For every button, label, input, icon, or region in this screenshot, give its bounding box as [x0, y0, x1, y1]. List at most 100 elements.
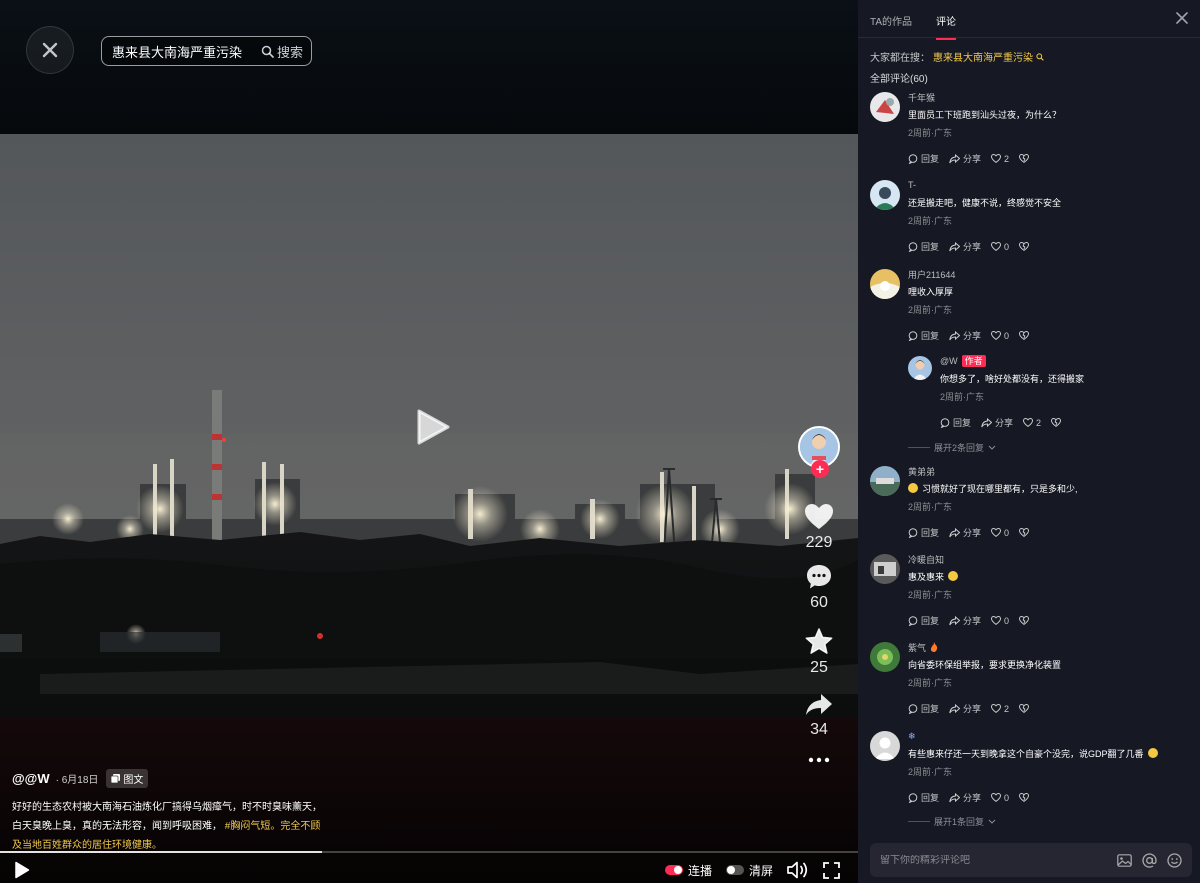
- reply-button[interactable]: 回复: [908, 526, 939, 539]
- reply-button[interactable]: 回复: [908, 791, 939, 804]
- more-button[interactable]: [808, 757, 830, 763]
- comment-meta: 2周前·广东: [908, 678, 953, 688]
- share-comment-button[interactable]: 分享: [949, 702, 981, 715]
- share-comment-button[interactable]: 分享: [949, 152, 981, 165]
- comment-actions: 回复 分享 0: [908, 791, 1188, 804]
- hot-search-row: 大家都在搜： 惠来县大南海严重污染: [858, 38, 1200, 64]
- comment-username[interactable]: T-: [908, 178, 1188, 192]
- play-pause-button[interactable]: [14, 861, 30, 883]
- avatar[interactable]: [870, 180, 900, 210]
- mention-button[interactable]: [1142, 852, 1157, 868]
- reply-button[interactable]: 回复: [908, 240, 939, 253]
- divider: [908, 447, 930, 448]
- comment-username[interactable]: 千年猴: [908, 90, 1188, 104]
- like-button[interactable]: 229: [805, 504, 833, 552]
- video-player[interactable]: 搜索: [0, 0, 858, 883]
- comment-like-count: 0: [1004, 792, 1010, 803]
- share-comment-button[interactable]: 分享: [949, 614, 981, 627]
- reply-button[interactable]: 回复: [908, 614, 939, 627]
- playback-controls: 连播 清屏: [664, 861, 840, 879]
- heart-outline-icon: [991, 704, 1002, 713]
- comment-like-button[interactable]: 2: [1023, 418, 1041, 428]
- close-panel-button[interactable]: [1176, 11, 1188, 29]
- comment-text: 有些惠来仔还一天到晚拿这个自豪个没完，说GDP翻了几番: [908, 748, 1188, 760]
- tab-works[interactable]: TA的作品: [870, 13, 912, 28]
- avatar[interactable]: [870, 269, 900, 299]
- share-icon: [949, 330, 961, 340]
- reply-button[interactable]: 回复: [940, 416, 971, 429]
- heart-outline-icon: [1023, 418, 1034, 427]
- comment-bubble-icon: [807, 565, 831, 589]
- share-comment-button[interactable]: 分享: [949, 526, 981, 539]
- search-button[interactable]: 搜索: [261, 42, 303, 61]
- follow-button[interactable]: +: [811, 460, 829, 478]
- search-input[interactable]: [112, 43, 261, 59]
- comment-like-button[interactable]: 0: [991, 242, 1009, 252]
- avatar[interactable]: [870, 731, 900, 761]
- dislike-button[interactable]: [1019, 242, 1030, 251]
- clear-screen-toggle[interactable]: 清屏: [725, 862, 773, 879]
- dislike-button[interactable]: [1019, 331, 1030, 340]
- comment-like-button[interactable]: 0: [991, 793, 1009, 803]
- comment-button[interactable]: 60: [806, 564, 832, 612]
- broken-heart-icon: [1051, 418, 1062, 427]
- comment-like-button[interactable]: 2: [991, 154, 1009, 164]
- avatar[interactable]: [908, 356, 932, 380]
- comment-input[interactable]: [880, 854, 1107, 866]
- dislike-button[interactable]: [1019, 704, 1030, 713]
- avatar[interactable]: [870, 466, 900, 496]
- expand-replies-button[interactable]: 展开2条回复: [908, 441, 996, 454]
- comment-like-button[interactable]: 0: [991, 616, 1009, 626]
- comment-username[interactable]: ❄: [908, 729, 1188, 743]
- comment-like-count: 0: [1004, 330, 1010, 341]
- reply-button[interactable]: 回复: [908, 329, 939, 342]
- comment-username[interactable]: 紫气: [908, 640, 1188, 654]
- share-comment-button[interactable]: 分享: [981, 416, 1013, 429]
- dislike-button[interactable]: [1019, 154, 1030, 163]
- comment-username[interactable]: @W 作者: [940, 354, 1188, 368]
- comment-like-button[interactable]: 0: [991, 331, 1009, 341]
- reply-button[interactable]: 回复: [908, 702, 939, 715]
- comment-username[interactable]: 冷暖自知: [908, 552, 1188, 566]
- share-comment-button[interactable]: 分享: [949, 791, 981, 804]
- favorite-button[interactable]: 25: [805, 628, 833, 677]
- comment-text: 习惯就好了现在哪里都有，只是多和少,: [908, 483, 1188, 495]
- chevron-down-icon: [988, 819, 996, 824]
- video-progress-bar[interactable]: [0, 851, 858, 853]
- close-video-button[interactable]: [26, 26, 74, 74]
- search-button-label: 搜索: [276, 44, 303, 60]
- hot-search-link[interactable]: 惠来县大南海严重污染: [933, 49, 1033, 64]
- image-upload-button[interactable]: [1117, 853, 1132, 867]
- avatar[interactable]: [870, 642, 900, 672]
- center-play-button[interactable]: [415, 408, 451, 446]
- avatar[interactable]: [870, 92, 900, 122]
- comment-username[interactable]: 黄弟弟: [908, 464, 1188, 478]
- share-comment-button[interactable]: 分享: [949, 329, 981, 342]
- share-button[interactable]: 34: [805, 693, 833, 739]
- expand-replies-button[interactable]: 展开1条回复: [908, 815, 996, 828]
- comment-meta: 2周前·广东: [908, 128, 953, 138]
- dislike-button[interactable]: [1019, 793, 1030, 802]
- dislike-button[interactable]: [1019, 616, 1030, 625]
- volume-button[interactable]: [787, 861, 809, 879]
- author-name-link[interactable]: @@W: [12, 771, 50, 786]
- reply-icon: [908, 330, 918, 341]
- heart-icon: [805, 504, 833, 529]
- dislike-button[interactable]: [1019, 528, 1030, 537]
- fullscreen-button[interactable]: [823, 861, 840, 879]
- avatar[interactable]: [870, 554, 900, 584]
- comment-like-button[interactable]: 0: [991, 528, 1009, 538]
- emoji-button[interactable]: [1167, 852, 1182, 868]
- hashtag-link[interactable]: #胸闷气短。: [225, 821, 281, 832]
- tab-comments[interactable]: 评论: [936, 13, 957, 40]
- caption-text: 好好的生态农村被大南海石油炼化厂搞得乌烟瘴气，时不时臭味薰天，白天臭晚上臭，真的…: [12, 798, 328, 855]
- reply-button[interactable]: 回复: [908, 152, 939, 165]
- comment-like-button[interactable]: 2: [991, 704, 1009, 714]
- comment-text: 你想多了，啥好处都没有，还得搬家: [940, 374, 1085, 384]
- autoplay-toggle[interactable]: 连播: [664, 862, 712, 879]
- share-comment-button[interactable]: 分享: [949, 240, 981, 253]
- comment-username[interactable]: 用户211644: [908, 267, 1188, 281]
- play-icon: [417, 409, 450, 445]
- dislike-button[interactable]: [1051, 418, 1062, 427]
- caption-header: @@W · 6月18日 图文: [12, 769, 328, 788]
